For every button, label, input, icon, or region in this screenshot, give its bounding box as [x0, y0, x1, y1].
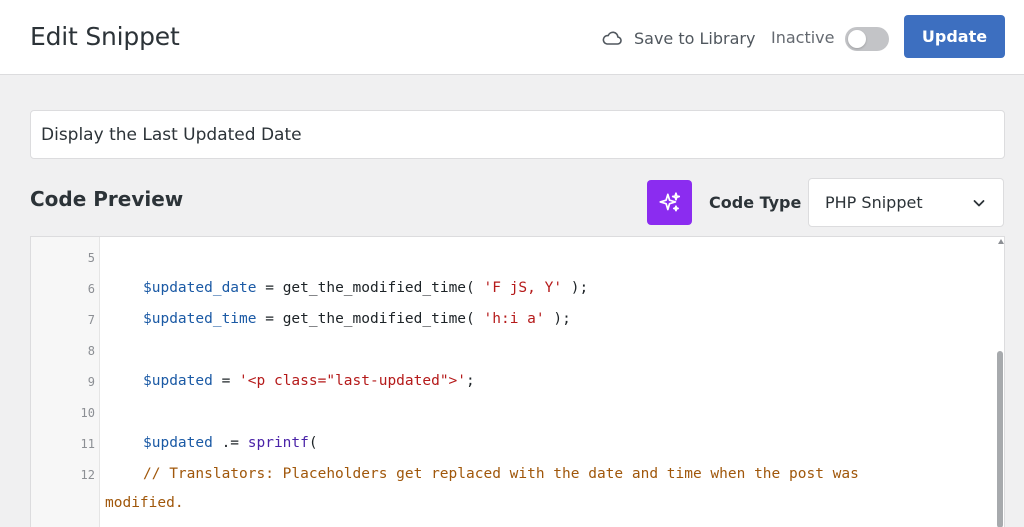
code-punct: ( — [308, 435, 318, 451]
line-number: 5 — [87, 251, 95, 265]
line-number: 7 — [87, 313, 95, 327]
code-line: $updated .= sprintf( — [143, 435, 318, 451]
save-to-library-button[interactable]: Save to Library — [600, 26, 755, 50]
code-string: 'h:i a' — [483, 311, 545, 327]
code-string: 'F jS, Y' — [483, 280, 563, 296]
line-number: 10 — [80, 406, 95, 420]
code-operator: = — [256, 280, 283, 296]
line-number-gutter: 5 6 7 8 9 10 11 12 — [31, 237, 100, 527]
code-comment: // Translators: Placeholders get replace… — [143, 466, 859, 482]
code-function: get_the_modified_time( — [282, 311, 484, 327]
save-to-library-label: Save to Library — [634, 28, 756, 48]
code-variable: $updated_date — [143, 280, 257, 296]
line-number: 9 — [87, 375, 95, 389]
code-punct: ; — [466, 373, 475, 389]
code-string: '<p class="last-updated">' — [239, 373, 467, 389]
code-type-value: PHP Snippet — [825, 193, 923, 212]
active-toggle[interactable] — [845, 27, 889, 51]
line-number: 8 — [87, 344, 95, 358]
code-type-select[interactable]: PHP Snippet — [808, 178, 1004, 227]
ai-assist-button[interactable] — [647, 180, 692, 225]
code-variable: $updated — [143, 373, 213, 389]
code-editor[interactable]: 5 6 7 8 9 10 11 12 $updated_date = get_t… — [30, 236, 1005, 527]
code-line: $updated_date = get_the_modified_time( '… — [143, 280, 588, 296]
status-label: Inactive — [771, 28, 835, 47]
code-preview-heading: Code Preview — [30, 187, 184, 211]
code-operator: = — [256, 311, 283, 327]
toggle-knob — [848, 30, 866, 48]
code-comment-wrap: modified. — [105, 495, 184, 511]
code-function: sprintf — [247, 435, 309, 451]
page-title: Edit Snippet — [30, 22, 180, 51]
code-variable: $updated_time — [143, 311, 257, 327]
top-bar: Edit Snippet Save to Library Inactive Up… — [0, 0, 1024, 75]
snippet-title-input[interactable] — [30, 110, 1005, 159]
code-variable: $updated — [143, 435, 213, 451]
code-operator: = — [212, 373, 240, 389]
update-button[interactable]: Update — [904, 15, 1005, 58]
code-line: $updated_time = get_the_modified_time( '… — [143, 311, 571, 327]
line-number: 11 — [80, 437, 95, 451]
code-function: get_the_modified_time( — [282, 280, 484, 296]
scroll-up-arrow[interactable] — [998, 239, 1004, 244]
cloud-icon — [602, 31, 622, 45]
chevron-down-icon — [973, 199, 985, 206]
line-number: 12 — [80, 468, 95, 482]
code-operator: .= — [212, 435, 248, 451]
code-type-label: Code Type — [709, 193, 802, 212]
code-punct: ); — [562, 280, 589, 296]
code-line: $updated = '<p class="last-updated">'; — [143, 373, 475, 389]
line-number: 6 — [87, 282, 95, 296]
code-punct: ); — [544, 311, 571, 327]
editor-scrollbar-thumb[interactable] — [997, 351, 1003, 527]
sparkles-icon — [658, 191, 680, 211]
